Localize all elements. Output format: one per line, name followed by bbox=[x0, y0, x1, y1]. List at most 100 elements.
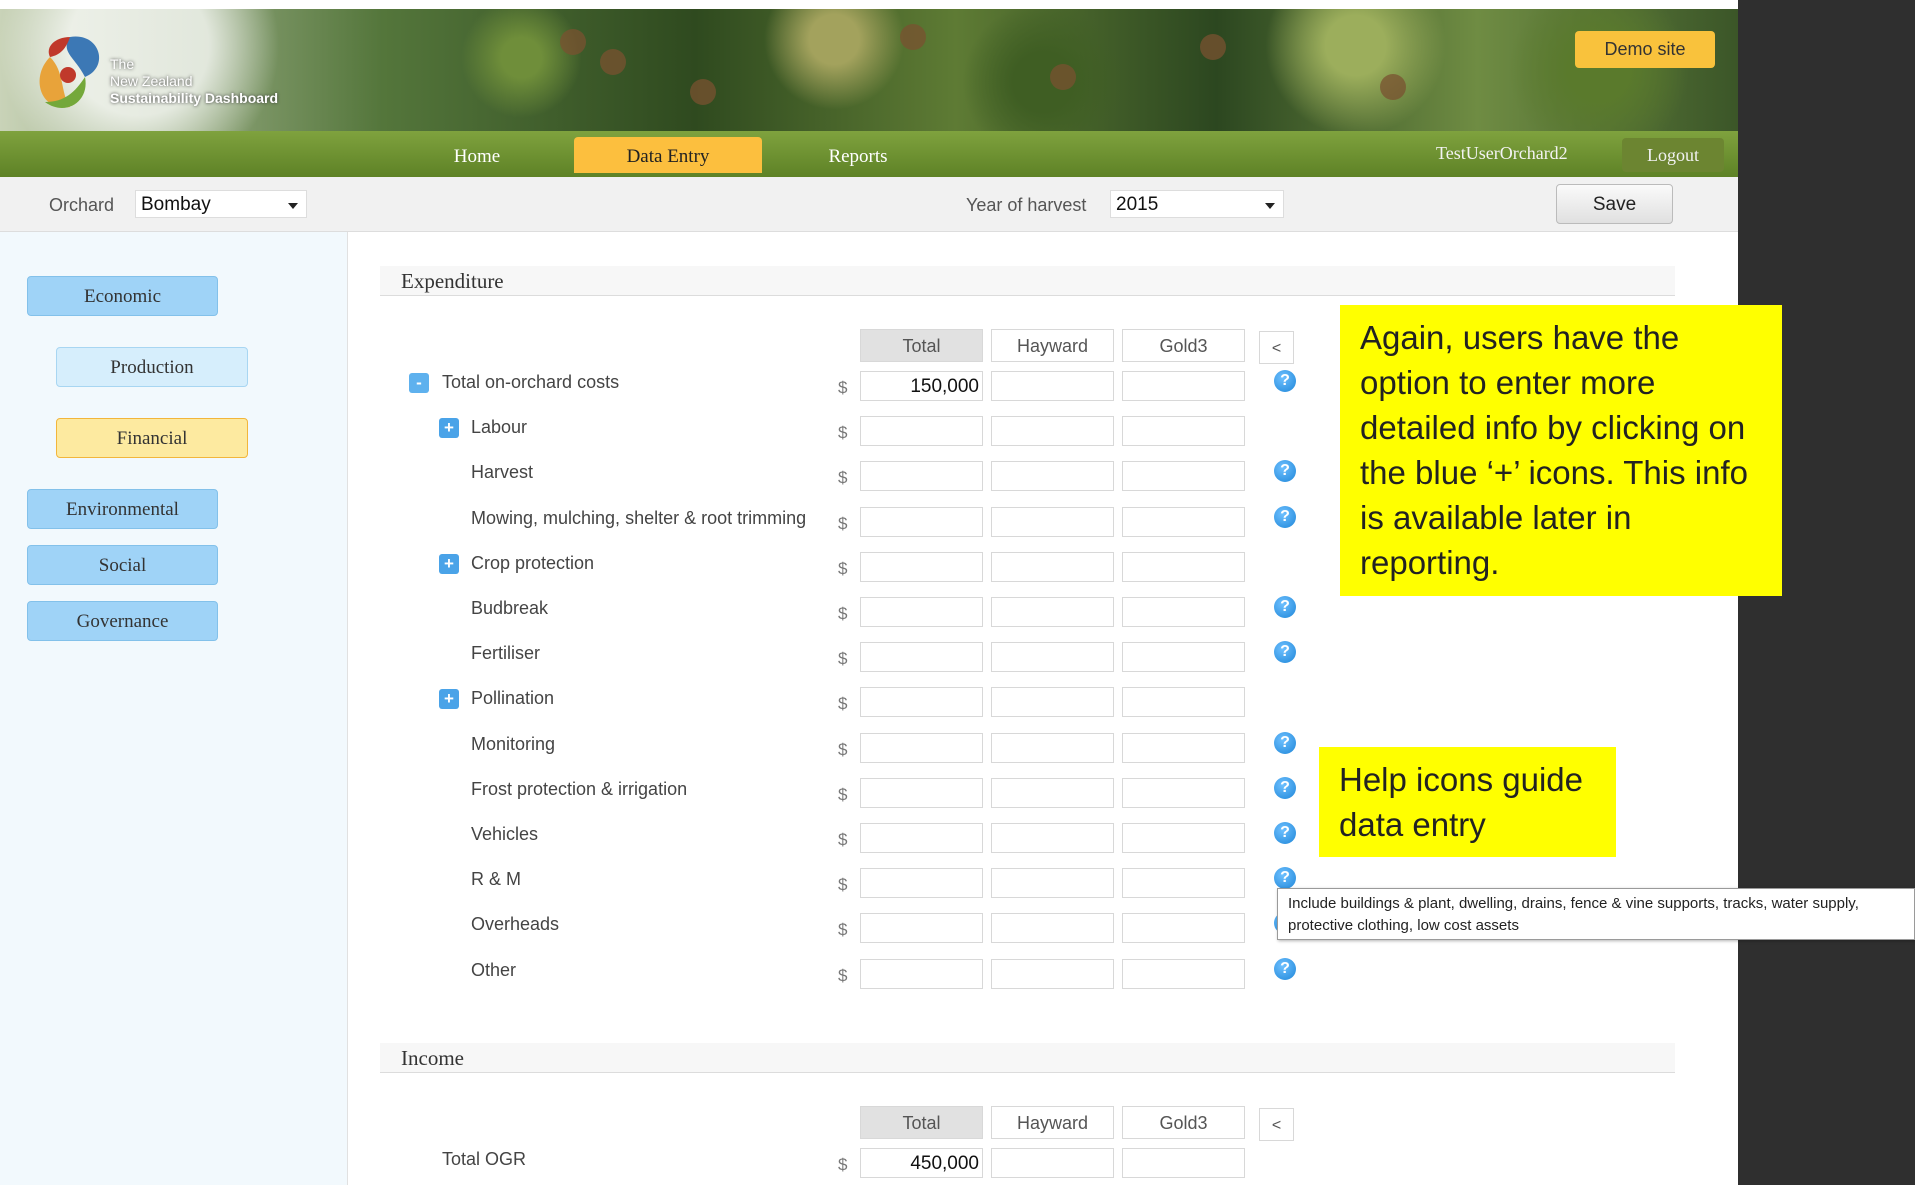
input-total[interactable] bbox=[860, 959, 983, 989]
input-gold3[interactable] bbox=[1122, 778, 1245, 808]
input-hayward[interactable] bbox=[991, 1148, 1114, 1178]
orchard-value: Bombay bbox=[141, 194, 211, 215]
help-icon[interactable]: ? bbox=[1274, 958, 1296, 980]
row-label: Crop protection bbox=[471, 553, 595, 573]
input-total[interactable]: 450,000 bbox=[860, 1148, 983, 1178]
nav-reports[interactable]: Reports bbox=[808, 137, 908, 173]
input-hayward[interactable] bbox=[991, 507, 1114, 537]
input-hayward[interactable] bbox=[991, 868, 1114, 898]
sidebar-item-environmental[interactable]: Environmental bbox=[27, 489, 218, 529]
nav-home[interactable]: Home bbox=[427, 137, 527, 173]
input-hayward[interactable] bbox=[991, 416, 1114, 446]
current-user: TestUserOrchard2 bbox=[1436, 143, 1568, 163]
column-header-total: Total bbox=[860, 329, 983, 362]
collapse-icon[interactable]: - bbox=[409, 373, 429, 393]
dashboard-logo-icon[interactable] bbox=[30, 27, 110, 117]
kiwi-fruit-image bbox=[600, 49, 626, 75]
input-hayward[interactable] bbox=[991, 823, 1114, 853]
input-gold3[interactable] bbox=[1122, 687, 1245, 717]
input-hayward[interactable] bbox=[991, 687, 1114, 717]
input-total[interactable] bbox=[860, 642, 983, 672]
input-total[interactable] bbox=[860, 823, 983, 853]
expand-icon[interactable]: + bbox=[439, 689, 459, 709]
save-button[interactable]: Save bbox=[1556, 184, 1673, 224]
input-gold3[interactable] bbox=[1122, 913, 1245, 943]
column-header-hayward: Hayward bbox=[991, 1106, 1114, 1139]
input-gold3[interactable] bbox=[1122, 461, 1245, 491]
help-icon[interactable]: ? bbox=[1274, 867, 1296, 889]
input-total[interactable] bbox=[860, 416, 983, 446]
input-gold3[interactable] bbox=[1122, 371, 1245, 401]
year-select[interactable]: 2015 bbox=[1110, 190, 1284, 218]
input-gold3[interactable] bbox=[1122, 416, 1245, 446]
help-icon[interactable]: ? bbox=[1274, 506, 1296, 528]
collapse-columns-button[interactable]: < bbox=[1259, 1108, 1294, 1141]
input-total[interactable] bbox=[860, 868, 983, 898]
currency-symbol: $ bbox=[838, 423, 848, 442]
row-label: Overheads bbox=[471, 914, 560, 934]
input-total[interactable]: 150,000 bbox=[860, 371, 983, 401]
annotation-help-icons: Help icons guide data entry bbox=[1319, 747, 1616, 857]
help-icon[interactable]: ? bbox=[1274, 596, 1296, 618]
sidebar-item-production[interactable]: Production bbox=[56, 347, 248, 387]
expand-icon[interactable]: + bbox=[439, 554, 459, 574]
kiwi-fruit-image bbox=[1050, 64, 1076, 90]
input-hayward[interactable] bbox=[991, 778, 1114, 808]
expand-icon[interactable]: + bbox=[439, 418, 459, 438]
help-icon[interactable]: ? bbox=[1274, 732, 1296, 754]
currency-symbol: $ bbox=[838, 649, 848, 668]
currency-symbol: $ bbox=[838, 559, 848, 578]
logout-button[interactable]: Logout bbox=[1622, 138, 1724, 172]
input-total[interactable] bbox=[860, 597, 983, 627]
input-total[interactable] bbox=[860, 687, 983, 717]
input-gold3[interactable] bbox=[1122, 959, 1245, 989]
currency-symbol: $ bbox=[838, 966, 848, 985]
input-gold3[interactable] bbox=[1122, 507, 1245, 537]
collapse-columns-button[interactable]: < bbox=[1259, 331, 1294, 364]
input-gold3[interactable] bbox=[1122, 642, 1245, 672]
input-hayward[interactable] bbox=[991, 913, 1114, 943]
orchard-select[interactable]: Bombay bbox=[135, 190, 307, 218]
sidebar-item-economic[interactable]: Economic bbox=[27, 276, 218, 316]
row-label: Other bbox=[471, 960, 517, 980]
help-icon[interactable]: ? bbox=[1274, 460, 1296, 482]
sidebar-item-financial[interactable]: Financial bbox=[56, 418, 248, 458]
input-hayward[interactable] bbox=[991, 642, 1114, 672]
help-icon[interactable]: ? bbox=[1274, 641, 1296, 663]
header-banner: The New Zealand Sustainability Dashboard… bbox=[0, 9, 1738, 131]
input-hayward[interactable] bbox=[991, 959, 1114, 989]
input-gold3[interactable] bbox=[1122, 823, 1245, 853]
row-label: Harvest bbox=[471, 462, 534, 482]
input-hayward[interactable] bbox=[991, 371, 1114, 401]
currency-symbol: $ bbox=[838, 468, 848, 487]
input-hayward[interactable] bbox=[991, 733, 1114, 763]
input-total[interactable] bbox=[860, 461, 983, 491]
currency-symbol: $ bbox=[838, 785, 848, 804]
input-gold3[interactable] bbox=[1122, 597, 1245, 627]
input-hayward[interactable] bbox=[991, 552, 1114, 582]
row-label: Mowing, mulching, shelter & root trimmin… bbox=[471, 508, 807, 528]
input-gold3[interactable] bbox=[1122, 1148, 1245, 1178]
help-icon[interactable]: ? bbox=[1274, 370, 1296, 392]
help-icon[interactable]: ? bbox=[1274, 822, 1296, 844]
year-label: Year of harvest bbox=[966, 195, 1087, 215]
input-hayward[interactable] bbox=[991, 461, 1114, 491]
input-total[interactable] bbox=[860, 552, 983, 582]
help-icon[interactable]: ? bbox=[1274, 777, 1296, 799]
input-total[interactable] bbox=[860, 733, 983, 763]
income-header: Income bbox=[380, 1043, 1675, 1073]
sidebar-item-governance[interactable]: Governance bbox=[27, 601, 218, 641]
input-gold3[interactable] bbox=[1122, 733, 1245, 763]
nav-data-entry[interactable]: Data Entry bbox=[574, 137, 762, 173]
sidebar-item-social[interactable]: Social bbox=[27, 545, 218, 585]
input-gold3[interactable] bbox=[1122, 552, 1245, 582]
orchard-label: Orchard bbox=[49, 195, 115, 215]
input-total[interactable] bbox=[860, 507, 983, 537]
input-total[interactable] bbox=[860, 778, 983, 808]
input-hayward[interactable] bbox=[991, 597, 1114, 627]
input-total[interactable] bbox=[860, 913, 983, 943]
logo-text: The New Zealand Sustainability Dashboard bbox=[110, 56, 278, 107]
expenditure-header: Expenditure bbox=[380, 266, 1675, 296]
demo-site-button[interactable]: Demo site bbox=[1575, 31, 1715, 68]
input-gold3[interactable] bbox=[1122, 868, 1245, 898]
